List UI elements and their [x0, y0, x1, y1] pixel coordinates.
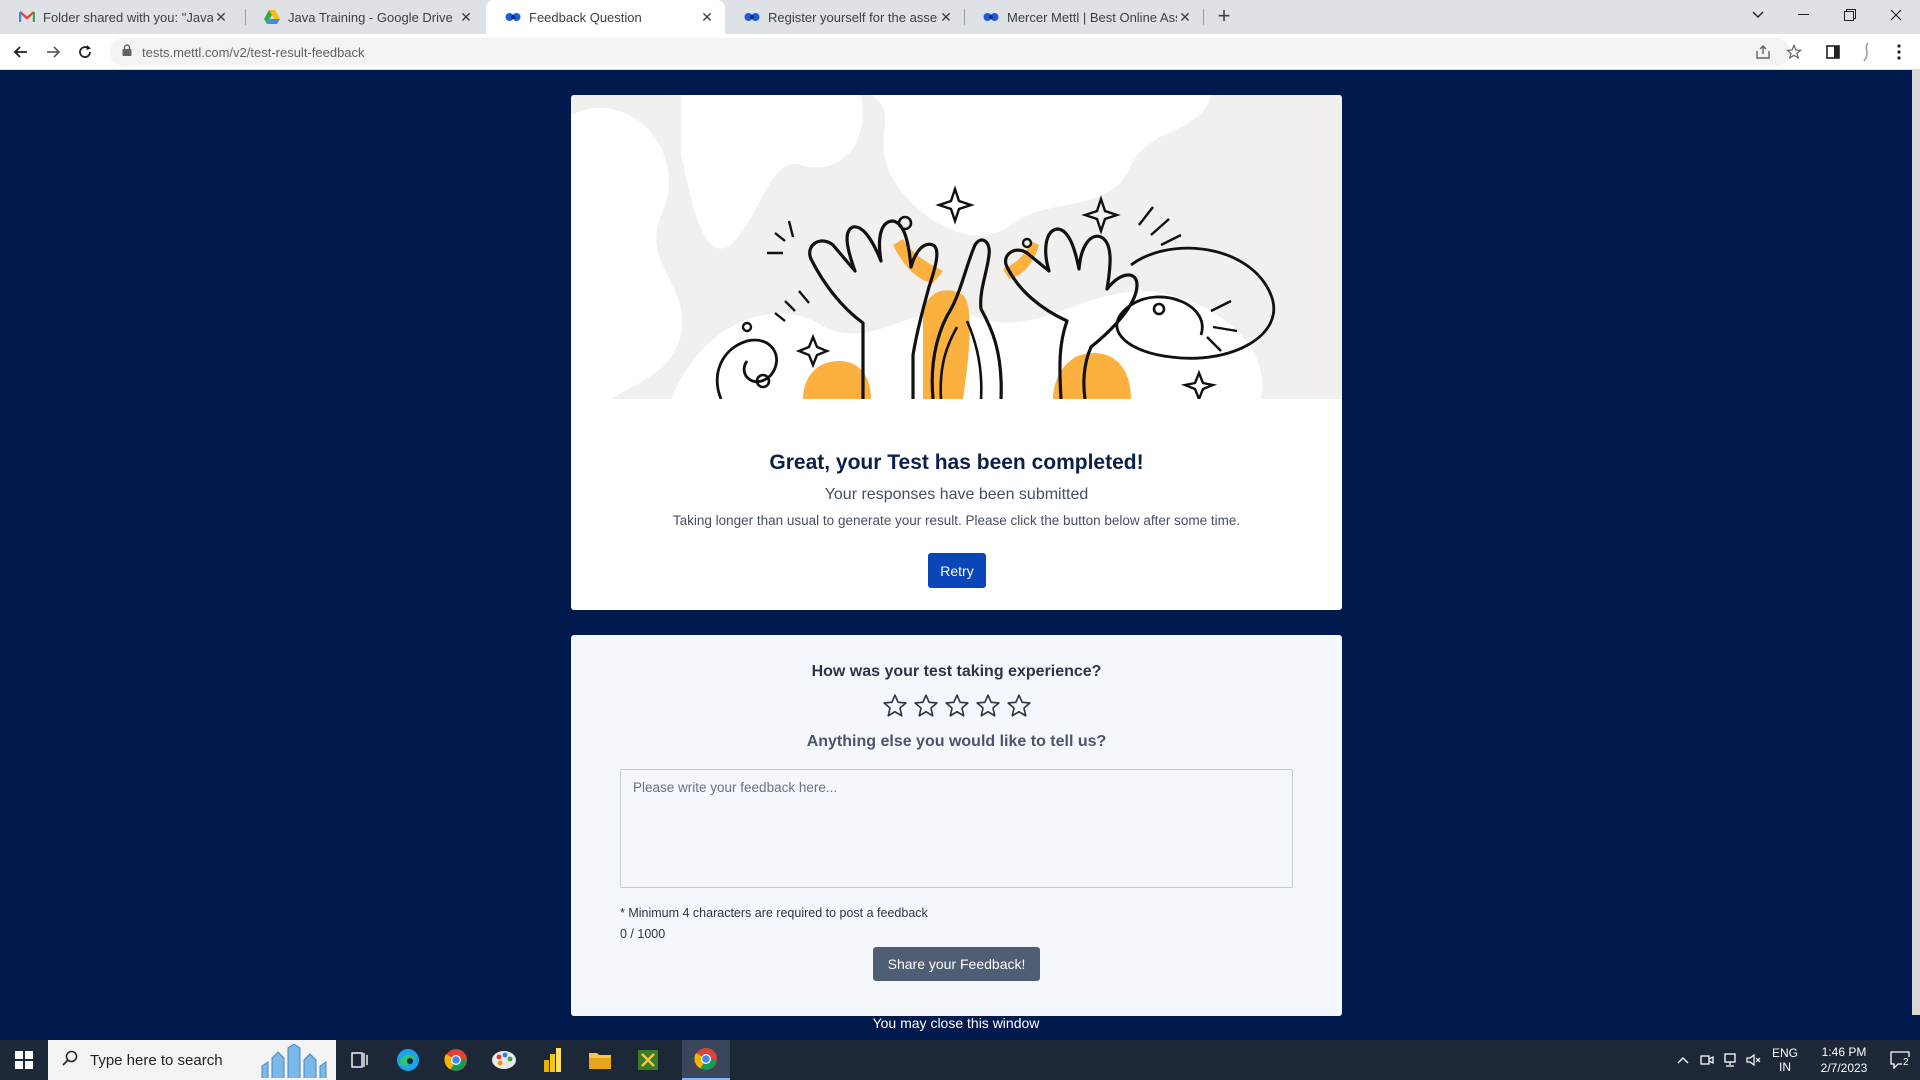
star-1-icon[interactable]	[882, 693, 908, 719]
experience-question: How was your test taking experience?	[811, 663, 1102, 680]
close-tab-icon[interactable]: ✕	[699, 9, 715, 25]
tab-google-drive[interactable]: Java Training - Google Drive ✕	[245, 0, 484, 34]
star-4-icon[interactable]	[975, 693, 1001, 719]
share-feedback-button[interactable]: Share your Feedback!	[873, 947, 1040, 981]
high-five-illustration	[571, 95, 1342, 399]
result-delay-note: Taking longer than usual to generate you…	[672, 513, 1241, 528]
notification-count: 2	[1902, 1057, 1910, 1068]
browser-toolbar: tests.mettl.com/v2/test-result-feedback	[0, 34, 1920, 70]
feedback-textarea[interactable]	[620, 769, 1293, 888]
feedback-card: How was your test taking experience? Any…	[571, 635, 1342, 1016]
page-scrollbar[interactable]	[1912, 70, 1920, 1015]
clock-time: 1:46 PM	[1821, 1045, 1867, 1059]
lock-icon	[122, 43, 132, 61]
retry-button[interactable]: Retry	[928, 553, 986, 588]
show-hidden-icons-chevron-icon[interactable]	[1672, 1040, 1694, 1080]
search-icon	[62, 1050, 78, 1071]
tab-label: Java Training - Google Drive	[288, 9, 453, 25]
mettl-icon	[505, 9, 521, 25]
reload-icon[interactable]	[72, 39, 98, 65]
more-menu-icon[interactable]	[1888, 41, 1910, 63]
mettl-icon	[983, 9, 999, 25]
region-code: IN	[1779, 1060, 1791, 1074]
minimize-icon[interactable]	[1782, 0, 1826, 30]
share-icon[interactable]	[1752, 41, 1774, 63]
tab-label: Feedback Question	[529, 9, 642, 25]
language-indicator[interactable]: ENG IN	[1768, 1040, 1802, 1080]
browser-tab-bar: Folder shared with you: "Java Tra ✕ Java…	[0, 0, 1920, 34]
tab-label: Mercer Mettl | Best Online Asses	[1007, 9, 1177, 25]
tab-search-chevron-icon[interactable]	[1736, 0, 1780, 30]
star-5-icon[interactable]	[1006, 693, 1032, 719]
file-explorer-icon[interactable]	[576, 1040, 624, 1080]
profile-icon[interactable]	[1855, 41, 1877, 63]
task-view-icon[interactable]	[336, 1040, 384, 1080]
page-content: Great, your Test has been completed! You…	[0, 70, 1920, 1040]
meet-now-icon[interactable]	[1696, 1040, 1718, 1080]
windows-logo-icon	[15, 1051, 33, 1069]
network-icon[interactable]	[1718, 1040, 1742, 1080]
tab-gmail[interactable]: Folder shared with you: "Java Tra ✕	[0, 0, 239, 34]
additional-feedback-question: Anything else you would like to tell us?	[806, 733, 1107, 750]
new-tab-button[interactable]: +	[1212, 5, 1236, 29]
volume-muted-icon[interactable]	[1742, 1040, 1766, 1080]
url-text: tests.mettl.com/v2/test-result-feedback	[142, 44, 365, 60]
star-rating[interactable]	[882, 693, 1032, 721]
address-bar[interactable]: tests.mettl.com/v2/test-result-feedback	[110, 38, 1790, 66]
power-bi-icon[interactable]	[528, 1040, 576, 1080]
edge-icon[interactable]	[384, 1040, 432, 1080]
gmail-icon	[19, 9, 35, 25]
tab-mercer-mettl[interactable]: Mercer Mettl | Best Online Asses ✕	[964, 0, 1203, 34]
close-window-icon[interactable]	[1874, 0, 1918, 30]
chrome-icon[interactable]	[432, 1040, 480, 1080]
close-tab-icon[interactable]: ✕	[1177, 9, 1193, 25]
tab-register-assessment[interactable]: Register yourself for the assessm ✕	[725, 0, 964, 34]
star-2-icon[interactable]	[913, 693, 939, 719]
mettl-icon	[744, 9, 760, 25]
result-card: Great, your Test has been completed! You…	[571, 95, 1342, 610]
tab-label: Register yourself for the assessm	[768, 9, 938, 25]
close-tab-icon[interactable]: ✕	[458, 9, 474, 25]
notifications-icon[interactable]: 2	[1882, 1040, 1918, 1080]
clock-date: 2/7/2023	[1820, 1061, 1868, 1075]
tab-label: Folder shared with you: "Java Tra	[43, 9, 213, 25]
close-tab-icon[interactable]: ✕	[938, 9, 954, 25]
close-tab-icon[interactable]: ✕	[213, 9, 229, 25]
side-panel-icon[interactable]	[1822, 41, 1844, 63]
close-window-message: You may close this window	[872, 1015, 1040, 1031]
bookmark-star-icon[interactable]	[1783, 41, 1805, 63]
back-arrow-icon[interactable]	[8, 39, 34, 65]
paint-app-icon[interactable]	[480, 1040, 528, 1080]
star-3-icon[interactable]	[944, 693, 970, 719]
snipping-tool-icon[interactable]	[624, 1040, 672, 1080]
language-code: ENG	[1771, 1046, 1798, 1060]
submission-subtitle: Your responses have been submitted	[824, 486, 1089, 503]
character-counter: 0 / 1000	[620, 927, 666, 941]
clock[interactable]: 1:46 PM 2/7/2023	[1808, 1040, 1880, 1080]
google-drive-icon	[264, 9, 280, 25]
windows-taskbar: Type here to search ENG IN 1:46 PM 2/7/2…	[0, 1040, 1920, 1080]
forward-arrow-icon[interactable]	[40, 39, 66, 65]
taskbar-search-placeholder: Type here to search	[90, 1051, 223, 1069]
minimum-characters-note: * Minimum 4 characters are required to p…	[620, 906, 928, 920]
tab-feedback-question[interactable]: Feedback Question ✕	[486, 0, 725, 34]
restore-icon[interactable]	[1828, 0, 1872, 30]
windows-start-button[interactable]	[0, 1040, 48, 1080]
chrome-active-icon[interactable]	[682, 1040, 730, 1080]
taskbar-search-box[interactable]: Type here to search	[48, 1040, 336, 1080]
search-highlight-icon	[258, 1043, 332, 1080]
completion-title: Great, your Test has been completed!	[769, 451, 1144, 474]
